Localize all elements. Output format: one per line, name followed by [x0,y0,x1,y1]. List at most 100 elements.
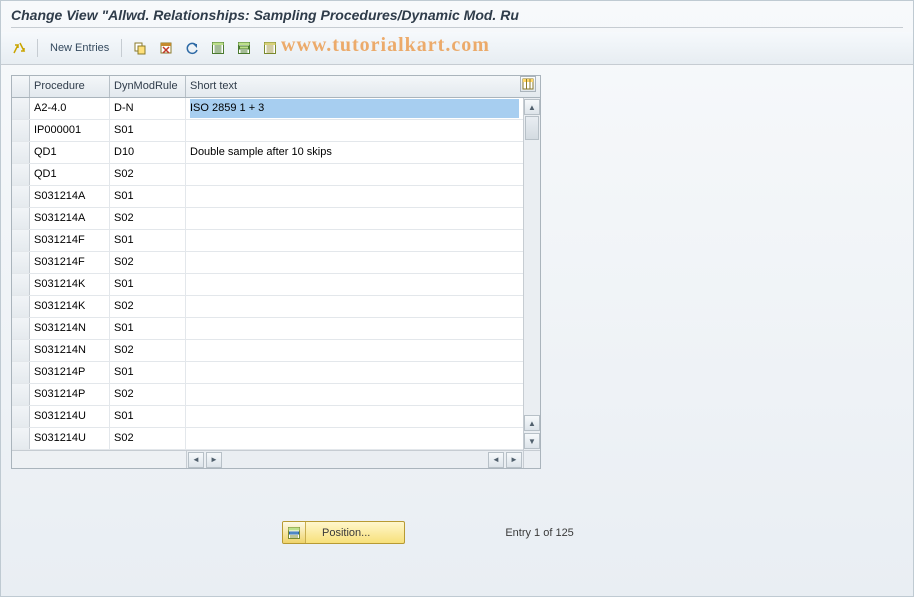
delete-icon[interactable] [156,39,176,57]
scroll-down-icon[interactable]: ▼ [524,433,540,449]
horizontal-scrollbar-right[interactable]: ◄ ► [487,452,523,467]
dynmodrule-input[interactable] [114,385,181,404]
column-header-dynmodrule[interactable]: DynModRule [110,76,186,97]
dynmodrule-input[interactable] [114,319,181,338]
other-view-icon[interactable] [9,39,29,57]
cell-dynmodrule[interactable] [110,274,186,295]
row-selector[interactable] [12,274,30,295]
short-text-input[interactable] [190,407,519,426]
cell-procedure[interactable] [30,340,110,361]
dynmodrule-input[interactable] [114,297,181,316]
procedure-input[interactable] [34,363,105,382]
row-selector[interactable] [12,384,30,405]
short-text-input[interactable] [190,341,519,360]
scroll-up-step-icon[interactable]: ▲ [524,415,540,431]
undo-change-icon[interactable] [182,39,202,57]
row-selector[interactable] [12,98,30,119]
scroll-up-icon[interactable]: ▲ [524,99,540,115]
short-text-input[interactable] [190,209,519,228]
cell-procedure[interactable] [30,296,110,317]
short-text-input[interactable] [190,121,519,140]
short-text-input[interactable] [190,429,519,448]
procedure-input[interactable] [34,341,105,360]
row-selector-header[interactable] [12,76,30,97]
dynmodrule-input[interactable] [114,143,181,162]
row-selector[interactable] [12,362,30,383]
row-selector[interactable] [12,164,30,185]
column-header-procedure[interactable]: Procedure [30,76,110,97]
procedure-input[interactable] [34,143,105,162]
cell-short-text[interactable] [186,318,523,339]
short-text-input[interactable] [190,253,519,272]
cell-procedure[interactable] [30,142,110,163]
cell-short-text[interactable] [186,428,523,449]
procedure-input[interactable] [34,187,105,206]
cell-dynmodrule[interactable] [110,406,186,427]
dynmodrule-input[interactable] [114,275,181,294]
cell-short-text[interactable] [186,362,523,383]
dynmodrule-input[interactable] [114,253,181,272]
cell-procedure[interactable] [30,406,110,427]
cell-dynmodrule[interactable] [110,230,186,251]
cell-dynmodrule[interactable] [110,186,186,207]
cell-procedure[interactable] [30,120,110,141]
cell-dynmodrule[interactable] [110,340,186,361]
configure-columns-icon[interactable] [520,76,536,92]
cell-dynmodrule[interactable] [110,362,186,383]
cell-short-text[interactable] [186,274,523,295]
cell-dynmodrule[interactable] [110,428,186,449]
row-selector[interactable] [12,406,30,427]
scroll-right-icon[interactable]: ► [206,452,222,468]
cell-procedure[interactable] [30,318,110,339]
cell-dynmodrule[interactable] [110,252,186,273]
procedure-input[interactable] [34,407,105,426]
column-header-short-text[interactable]: Short text [186,76,520,97]
short-text-input[interactable] [190,99,519,118]
copy-as-icon[interactable] [130,39,150,57]
dynmodrule-input[interactable] [114,209,181,228]
row-selector[interactable] [12,120,30,141]
cell-short-text[interactable] [186,296,523,317]
scroll-thumb[interactable] [525,116,539,140]
select-all-icon[interactable] [208,39,228,57]
cell-procedure[interactable] [30,252,110,273]
procedure-input[interactable] [34,231,105,250]
dynmodrule-input[interactable] [114,407,181,426]
scroll-left-icon[interactable]: ◄ [188,452,204,468]
scroll-left-end-icon[interactable]: ◄ [488,452,504,468]
cell-procedure[interactable] [30,164,110,185]
cell-procedure[interactable] [30,274,110,295]
row-selector[interactable] [12,428,30,449]
cell-dynmodrule[interactable] [110,120,186,141]
short-text-input[interactable] [190,143,519,162]
cell-procedure[interactable] [30,98,110,119]
row-selector[interactable] [12,340,30,361]
vertical-scrollbar[interactable]: ▲ ▲ ▼ [523,98,540,450]
dynmodrule-input[interactable] [114,121,181,140]
procedure-input[interactable] [34,275,105,294]
position-button[interactable]: Position... [282,521,405,544]
row-selector[interactable] [12,142,30,163]
cell-short-text[interactable] [186,406,523,427]
procedure-input[interactable] [34,319,105,338]
cell-procedure[interactable] [30,428,110,449]
dynmodrule-input[interactable] [114,429,181,448]
cell-short-text[interactable] [186,252,523,273]
cell-short-text[interactable] [186,230,523,251]
cell-dynmodrule[interactable] [110,384,186,405]
procedure-input[interactable] [34,429,105,448]
procedure-input[interactable] [34,165,105,184]
procedure-input[interactable] [34,121,105,140]
cell-short-text[interactable] [186,164,523,185]
row-selector[interactable] [12,186,30,207]
scroll-right-end-icon[interactable]: ► [506,452,522,468]
short-text-input[interactable] [190,187,519,206]
cell-dynmodrule[interactable] [110,208,186,229]
procedure-input[interactable] [34,253,105,272]
cell-procedure[interactable] [30,384,110,405]
cell-dynmodrule[interactable] [110,98,186,119]
row-selector[interactable] [12,208,30,229]
short-text-input[interactable] [190,363,519,382]
procedure-input[interactable] [34,209,105,228]
short-text-input[interactable] [190,275,519,294]
